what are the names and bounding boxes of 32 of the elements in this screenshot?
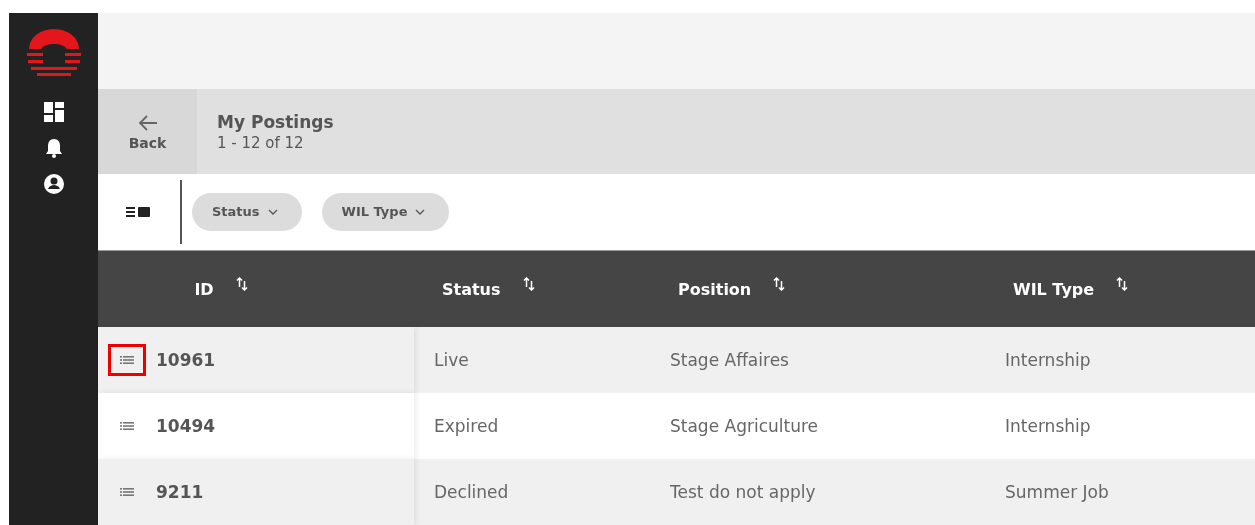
table-cell: Summer Job <box>985 459 1255 525</box>
page-title: My Postings <box>217 111 334 132</box>
sort-icon[interactable] <box>1116 277 1129 291</box>
column-header[interactable]: WIL Type <box>985 250 1255 327</box>
dashboard-icon[interactable] <box>42 101 65 123</box>
list-icon <box>120 356 134 364</box>
table-cell: Declined <box>414 459 650 525</box>
back-arrow-icon <box>136 112 159 133</box>
table-cell: 9211 <box>156 482 204 502</box>
account-icon[interactable] <box>42 173 65 195</box>
sort-icon[interactable] <box>773 277 786 291</box>
table-cell: Live <box>414 327 650 393</box>
list-card-view-icon <box>126 204 152 219</box>
filter-dropdown[interactable]: Status <box>192 192 302 231</box>
table-cell: Stage Affaires <box>650 327 985 393</box>
column-header[interactable]: ID <box>98 250 414 327</box>
table-cell: 10494 <box>156 416 216 436</box>
filter-dropdown[interactable]: WIL Type <box>321 192 450 231</box>
list-icon <box>120 488 134 496</box>
back-button[interactable]: Back <box>98 89 197 174</box>
sort-icon[interactable] <box>522 277 535 291</box>
table-cell: 10961 <box>156 350 216 370</box>
result-count: 1 - 12 of 12 <box>217 133 305 152</box>
list-icon <box>120 422 134 430</box>
table-cell: Internship <box>985 327 1255 393</box>
table-cell: Test do not apply <box>650 459 985 525</box>
chevron-down-icon <box>415 208 426 215</box>
column-header[interactable]: Status <box>414 250 650 327</box>
sort-icon[interactable] <box>235 277 248 291</box>
column-header[interactable]: Position <box>650 250 985 327</box>
row-menu-button[interactable] <box>108 344 146 376</box>
chevron-down-icon <box>267 208 278 215</box>
